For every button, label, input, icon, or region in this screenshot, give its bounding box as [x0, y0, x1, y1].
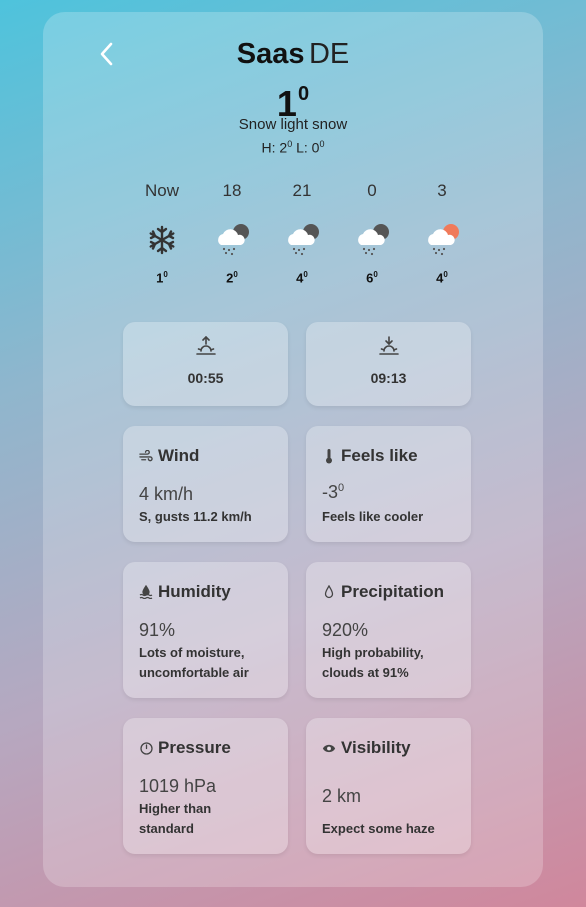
forecast-temp: 20: [226, 270, 238, 286]
humidity-label: Humidity: [158, 582, 231, 601]
humidity-note: Lots of moisture, uncomfortable air: [139, 645, 249, 680]
visibility-value: 2 km: [322, 786, 362, 806]
humidity-icon: [139, 584, 153, 600]
forecast-item: 21 40: [267, 180, 337, 285]
sunrise-icon: [123, 336, 288, 358]
droplet-icon: [322, 584, 336, 600]
visibility-label: Visibility: [341, 738, 411, 757]
wind-tile: Wind 4 km/h S, gusts 11.2 km/h: [123, 426, 288, 542]
pressure-note: Higher than standard: [139, 801, 212, 836]
forecast-time: 18: [222, 181, 242, 200]
forecast-time: Now: [144, 181, 179, 200]
forecast-temp: 60: [366, 270, 378, 286]
humidity-tile: Humidity 91% Lots of moisture, uncomforta…: [123, 562, 288, 698]
sunset-time: 09:13: [370, 370, 407, 386]
precipitation-note: High probability, clouds at 91%: [322, 645, 424, 680]
cloud-snow-sun-icon: [407, 222, 477, 258]
humidity-value: 91%: [139, 620, 176, 640]
feels-like-label: Feels like: [341, 446, 418, 465]
pressure-label: Pressure: [158, 738, 231, 757]
cloud-snow-moon-icon: [337, 222, 407, 258]
hourly-forecast: Now 10 18 20 21 40 0 60 3 40: [127, 180, 477, 300]
forecast-temp: 40: [436, 270, 448, 286]
forecast-temp: 10: [156, 270, 168, 286]
sunrise-time: 00:55: [187, 370, 224, 386]
cloud-snow-moon-icon: [267, 222, 337, 258]
wind-note: S, gusts 11.2 km/h: [139, 509, 252, 524]
visibility-tile: Visibility 2 km Expect some haze: [306, 718, 471, 854]
forecast-item: 0 60: [337, 180, 407, 285]
forecast-temp: 40: [296, 270, 308, 286]
location-title: Saas DE: [43, 38, 543, 71]
weather-description: Snow light snow: [238, 116, 348, 133]
wind-icon: [139, 448, 153, 464]
high-low-temperature: H: 20 L: 00: [261, 139, 325, 156]
sunrise-tile: 00:55: [123, 322, 288, 406]
gauge-icon: [139, 740, 153, 756]
city-name: Saas: [236, 38, 305, 70]
feels-like-tile: Feels like -30 Feels like cooler: [306, 426, 471, 542]
feels-like-value: -30: [322, 482, 345, 502]
forecast-time: 21: [292, 181, 312, 200]
feels-like-note: Feels like cooler: [322, 509, 424, 524]
sunset-tile: 09:13: [306, 322, 471, 406]
forecast-time: 3: [437, 181, 447, 200]
precipitation-value: 920%: [322, 620, 369, 640]
snowflake-icon: [127, 222, 197, 258]
sunset-icon: [306, 336, 471, 358]
pressure-tile: Pressure 1019 hPa Higher than standard: [123, 718, 288, 854]
precipitation-tile: Precipitation 920% High probability, clou…: [306, 562, 471, 698]
forecast-item: 18 20: [197, 180, 267, 285]
pressure-value: 1019 hPa: [139, 776, 217, 796]
forecast-item: 3 40: [407, 180, 477, 285]
forecast-item: Now 10: [127, 180, 197, 285]
forecast-time: 0: [367, 181, 377, 200]
wind-value: 4 km/h: [139, 484, 194, 504]
wind-label: Wind: [158, 446, 200, 465]
visibility-note: Expect some haze: [322, 821, 435, 836]
cloud-snow-moon-icon: [197, 222, 267, 258]
country-code: DE: [308, 38, 350, 70]
precipitation-label: Precipitation: [341, 582, 444, 601]
thermometer-icon: [322, 448, 336, 464]
eye-icon: [322, 740, 336, 756]
